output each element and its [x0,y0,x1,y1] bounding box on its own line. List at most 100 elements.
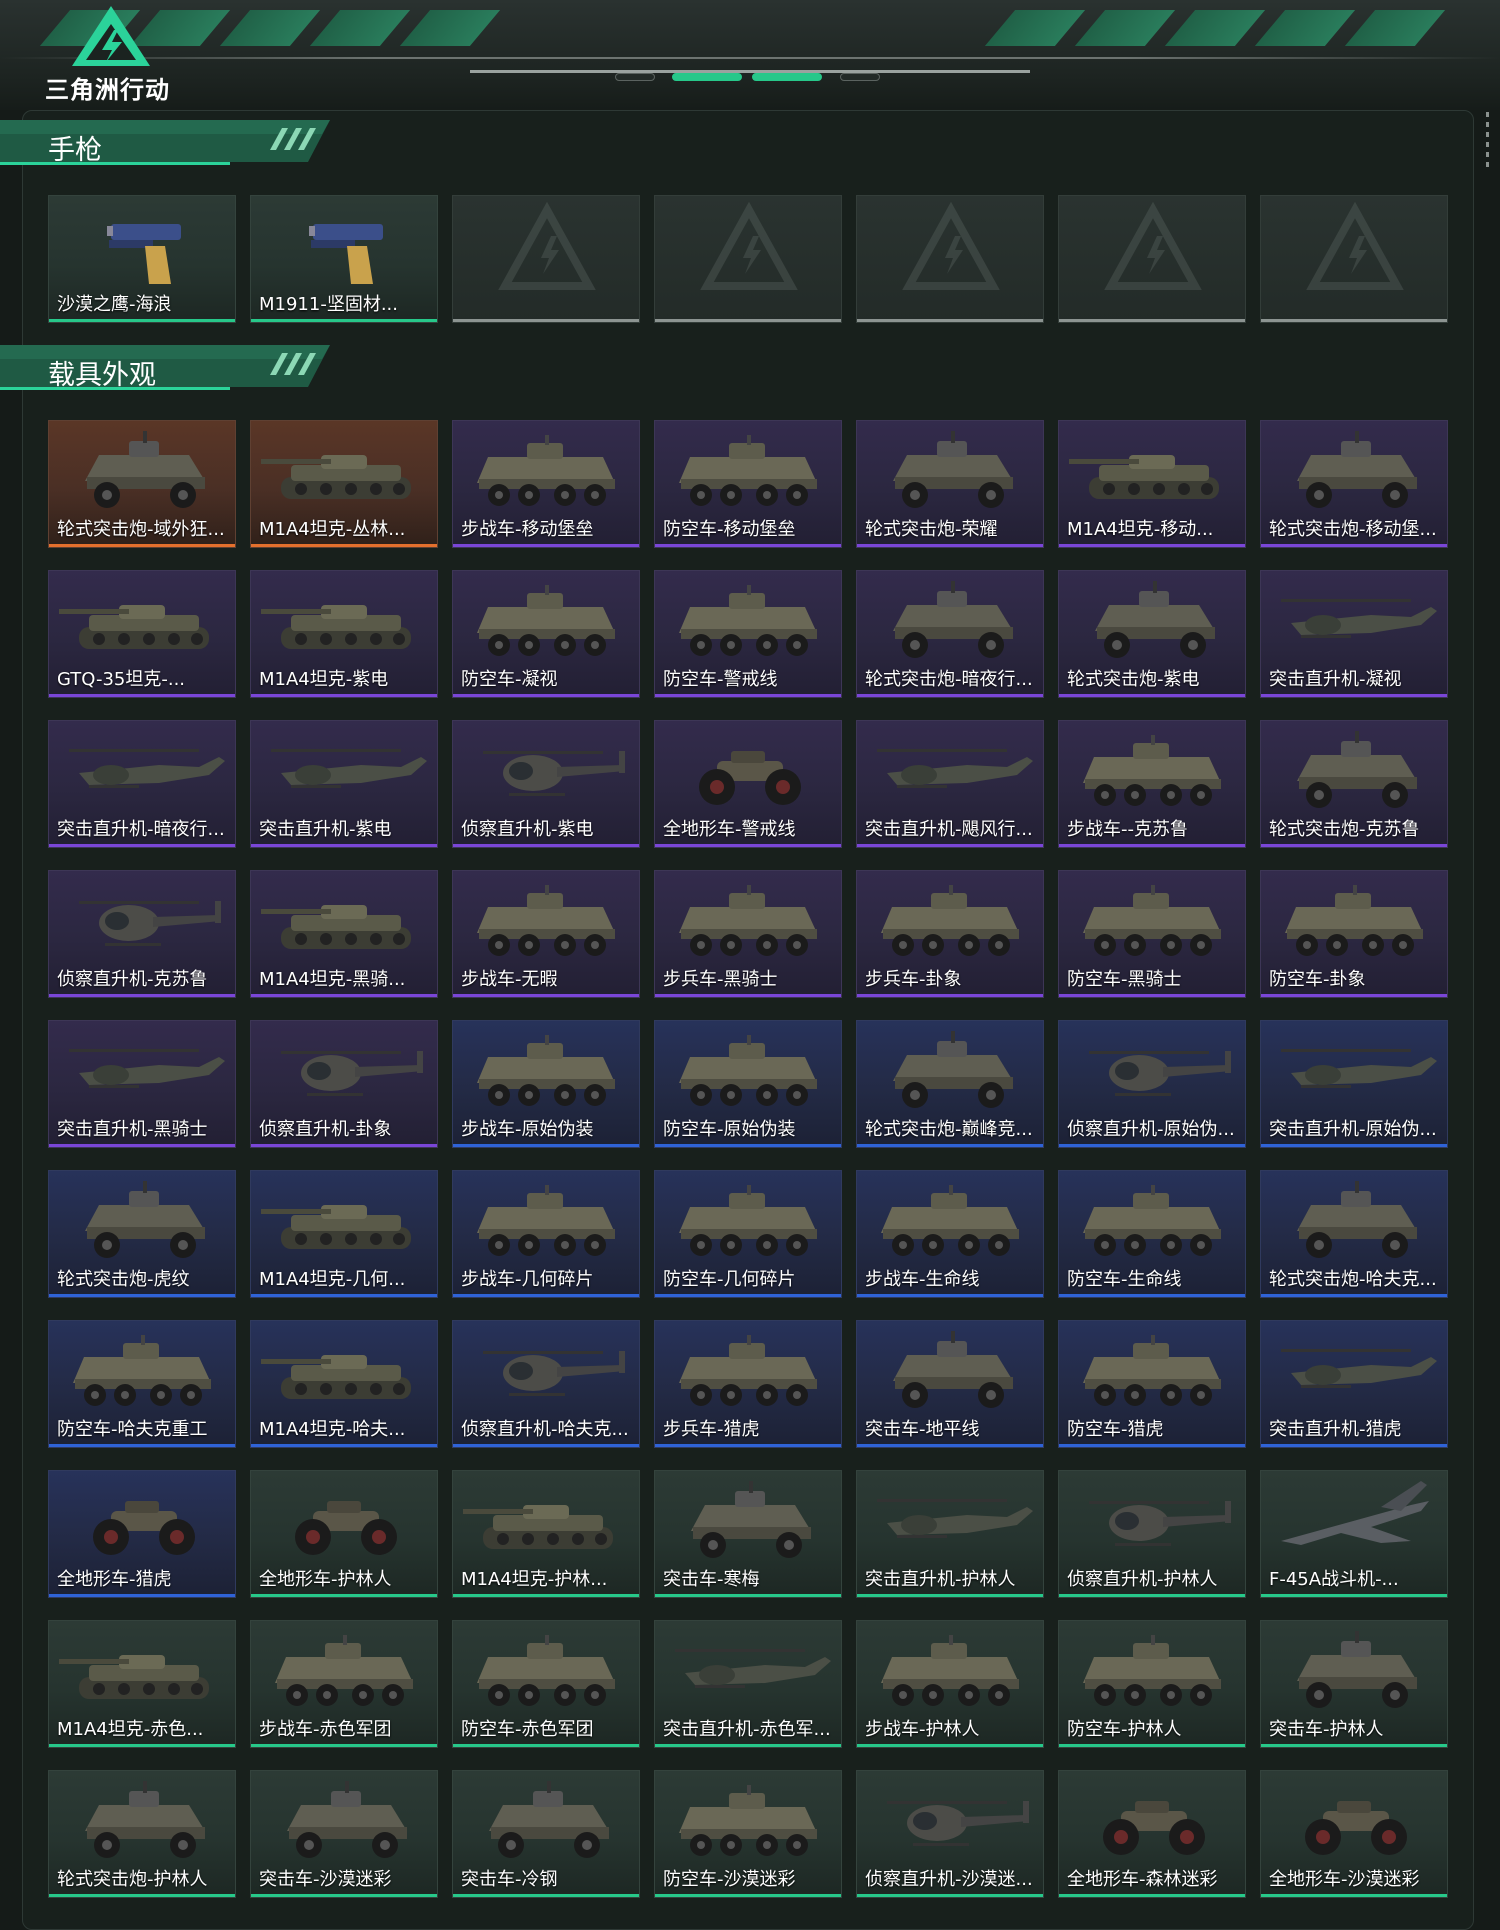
skin-item-label: 突击直升机-凝视 [1269,669,1402,690]
skin-item-card[interactable]: 侦察直升机-护林人 [1058,1470,1246,1598]
skin-item-card[interactable]: 防空车-卦象 [1260,870,1448,998]
skin-item-label: M1A4坦克-紫电 [259,669,389,690]
skin-item-label: 步兵车-猎虎 [663,1419,760,1440]
skin-item-card[interactable]: 防空车-护林人 [1058,1620,1246,1748]
skin-item-label: 步战车-原始伪装 [461,1119,594,1140]
skin-item-card[interactable]: 步战车-护林人 [856,1620,1044,1748]
skin-item-card[interactable]: 步战车-几何碎片 [452,1170,640,1298]
skin-item-label: 全地形车-森林迷彩 [1067,1869,1218,1890]
rarity-bar [1261,1294,1447,1297]
skin-item-card[interactable]: 突击直升机-紫电 [250,720,438,848]
skin-item-card[interactable]: 侦察直升机-沙漠迷... [856,1770,1044,1898]
skin-item-card[interactable]: 防空车-黑骑士 [1058,870,1246,998]
skin-item-card[interactable]: 轮式突击炮-荣耀 [856,420,1044,548]
skin-item-card[interactable]: GTQ-35坦克-... [48,570,236,698]
tank-icon [261,905,411,949]
skin-item-card[interactable]: 防空车-生命线 [1058,1170,1246,1298]
skin-item-card[interactable]: 侦察直升机-克苏鲁 [48,870,236,998]
skin-item-card[interactable]: 侦察直升机-原始伪... [1058,1020,1246,1148]
skin-item-label: 步战车-赤色军团 [259,1719,392,1740]
skin-item-card[interactable]: 步兵车-黑骑士 [654,870,842,998]
skin-item-card[interactable]: M1A4坦克-紫电 [250,570,438,698]
skin-item-card[interactable]: 轮式突击炮-克苏鲁 [1260,720,1448,848]
skin-item-card[interactable]: 突击直升机-猎虎 [1260,1320,1448,1448]
skin-item-card[interactable]: 突击车-寒梅 [654,1470,842,1598]
skin-item-card[interactable]: 突击车-沙漠迷彩 [250,1770,438,1898]
apc-icon [679,1185,817,1256]
skin-item-card[interactable]: 轮式突击炮-虎纹 [48,1170,236,1298]
skin-item-card[interactable]: 突击直升机-凝视 [1260,570,1448,698]
skin-item-label: 防空车-猎虎 [1067,1419,1164,1440]
skin-item-card[interactable]: 突击直升机-护林人 [856,1470,1044,1598]
skin-item-card[interactable]: 防空车-赤色军团 [452,1620,640,1748]
rarity-bar [453,1144,639,1147]
skin-item-label: 步兵车-卦象 [865,969,962,990]
skin-item-card[interactable]: 轮式突击炮-移动堡... [1260,420,1448,548]
skin-item-card[interactable]: 步战车-生命线 [856,1170,1044,1298]
skin-item-card[interactable]: 轮式突击炮-哈夫克... [1260,1170,1448,1298]
skin-item-card[interactable]: 突击车-地平线 [856,1320,1044,1448]
skin-item-card[interactable]: M1911-坚固材... [250,195,438,323]
skin-item-card[interactable]: 防空车-几何碎片 [654,1170,842,1298]
rarity-bar [1059,1294,1245,1297]
scrollbar[interactable] [1484,112,1490,178]
skin-item-card[interactable]: 轮式突击炮-暗夜行... [856,570,1044,698]
skin-item-card[interactable]: 突击车-护林人 [1260,1620,1448,1748]
skin-item-card[interactable]: M1A4坦克-丛林... [250,420,438,548]
skin-item-card[interactable]: 突击直升机-原始伪... [1260,1020,1448,1148]
skin-item-card[interactable]: M1A4坦克-护林... [452,1470,640,1598]
scout-helicopter-icon [281,1051,423,1096]
skin-item-card[interactable]: M1A4坦克-移动... [1058,420,1246,548]
skin-item-card[interactable]: 全地形车-猎虎 [48,1470,236,1598]
skin-item-card[interactable]: 轮式突击炮-紫电 [1058,570,1246,698]
skin-item-card[interactable]: 防空车-猎虎 [1058,1320,1246,1448]
skin-item-card[interactable]: 防空车-沙漠迷彩 [654,1770,842,1898]
skin-item-card[interactable]: 侦察直升机-卦象 [250,1020,438,1148]
skin-item-card[interactable]: 全地形车-护林人 [250,1470,438,1598]
skin-item-card[interactable]: M1A4坦克-哈夫... [250,1320,438,1448]
skin-item-card[interactable]: 防空车-凝视 [452,570,640,698]
skin-item-card[interactable]: 步战车--克苏鲁 [1058,720,1246,848]
skin-item-card[interactable]: 突击直升机-赤色军... [654,1620,842,1748]
skin-item-card[interactable]: 全地形车-森林迷彩 [1058,1770,1246,1898]
skin-item-label: 步战车-移动堡垒 [461,519,594,540]
rarity-bar [857,544,1043,547]
skin-item-card[interactable]: M1A4坦克-几何... [250,1170,438,1298]
skin-item-label: 防空车-黑骑士 [1067,969,1182,990]
skin-item-card[interactable]: 突击直升机-暗夜行... [48,720,236,848]
skin-item-card[interactable]: 防空车-哈夫克重工 [48,1320,236,1448]
skin-item-label: 突击直升机-黑骑士 [57,1119,208,1140]
skin-item-card[interactable]: 步战车-原始伪装 [452,1020,640,1148]
rarity-bar [1059,994,1245,997]
skin-item-label: 全地形车-猎虎 [57,1569,172,1590]
scout-helicopter-icon [79,901,221,946]
rarity-bar [655,844,841,847]
skin-item-card[interactable]: 轮式突击炮-护林人 [48,1770,236,1898]
rarity-bar [49,1594,235,1597]
skin-item-card[interactable]: 侦察直升机-紫电 [452,720,640,848]
skin-item-card[interactable]: 步兵车-卦象 [856,870,1044,998]
skin-item-card[interactable]: 步战车-无暇 [452,870,640,998]
rarity-bar [1059,1144,1245,1147]
skin-item-card[interactable]: M1A4坦克-赤色... [48,1620,236,1748]
skin-item-card[interactable]: 轮式突击炮-巅峰竞... [856,1020,1044,1148]
skin-item-card[interactable]: 步战车-移动堡垒 [452,420,640,548]
skin-item-card[interactable]: M1A4坦克-黑骑... [250,870,438,998]
skin-item-label: M1A4坦克-黑骑... [259,969,406,990]
skin-item-card[interactable]: 全地形车-警戒线 [654,720,842,848]
skin-item-card[interactable]: F-45A战斗机-... [1260,1470,1448,1598]
skin-item-card[interactable]: 突击直升机-飓风行... [856,720,1044,848]
skin-item-card[interactable]: 沙漠之鹰-海浪 [48,195,236,323]
skin-item-card[interactable]: 突击直升机-黑骑士 [48,1020,236,1148]
skin-item-card[interactable]: 防空车-警戒线 [654,570,842,698]
skin-item-card[interactable]: 步战车-赤色军团 [250,1620,438,1748]
skin-item-card[interactable]: 防空车-原始伪装 [654,1020,842,1148]
skin-item-card[interactable]: 侦察直升机-哈夫克... [452,1320,640,1448]
skin-item-card[interactable]: 突击车-冷钢 [452,1770,640,1898]
skin-item-label: 突击车-沙漠迷彩 [259,1869,392,1890]
skin-item-card[interactable]: 防空车-移动堡垒 [654,420,842,548]
skin-item-card[interactable]: 轮式突击炮-域外狂... [48,420,236,548]
skin-item-card[interactable]: 步兵车-猎虎 [654,1320,842,1448]
skin-item-card[interactable]: 全地形车-沙漠迷彩 [1260,1770,1448,1898]
atv-icon [1103,1801,1205,1855]
